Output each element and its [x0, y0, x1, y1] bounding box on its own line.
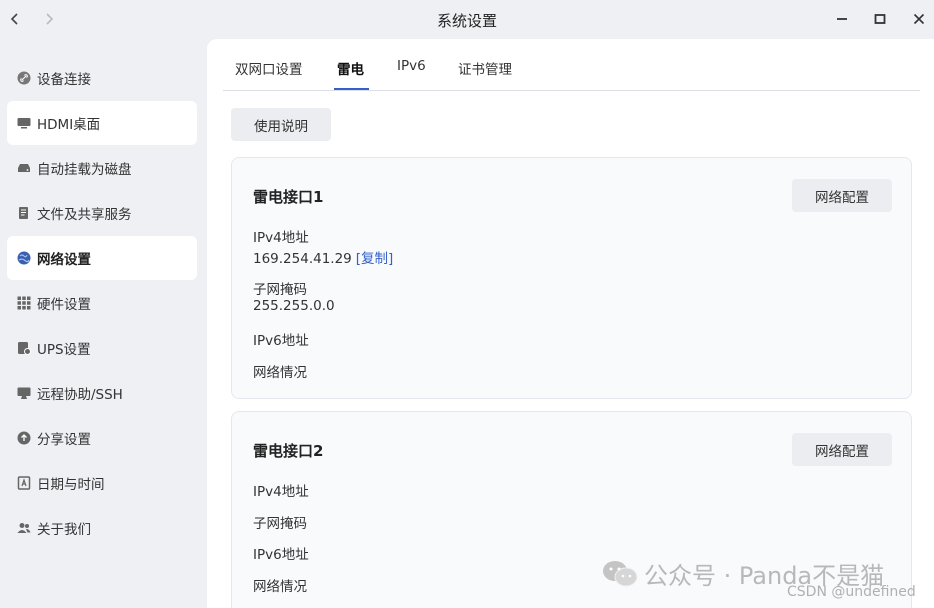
watermark-credit: CSDN @undefined — [787, 584, 916, 600]
active-tab-indicator — [334, 88, 369, 90]
window-title: 系统设置 — [436, 12, 497, 30]
sidebar-item-hdmi[interactable]: HDMI桌面 — [7, 101, 197, 145]
subnet-mask-label: 子网掩码 — [253, 282, 307, 298]
network-status-label: 网络情况 — [253, 365, 307, 381]
sidebar-item-hardware[interactable]: 硬件设置 — [7, 281, 197, 325]
sidebar-item-about[interactable]: 关于我们 — [7, 506, 197, 550]
help-button[interactable]: 使用说明 — [231, 108, 331, 141]
sidebar-item-label: 文件及共享服务 — [37, 207, 132, 223]
subnet-mask-label: 子网掩码 — [253, 516, 307, 532]
sidebar-item-network[interactable]: 网络设置 — [7, 236, 197, 280]
ipv4-value-row: 169.254.41.29 [复制] — [253, 247, 393, 267]
tab-bar: 双网口设置 雷电 IPv6 证书管理 — [223, 39, 920, 91]
card-title: 雷电接口1 — [253, 188, 324, 206]
sidebar-item-label: 设备连接 — [37, 72, 91, 88]
calendar-icon — [17, 476, 31, 490]
title-bar: 系统设置 — [0, 0, 934, 38]
ipv6-label: IPv6地址 — [253, 547, 309, 563]
sidebar-item-label: 硬件设置 — [37, 297, 91, 313]
sidebar-item-label: 自动挂载为磁盘 — [37, 162, 132, 178]
sidebar-item-label: 分享设置 — [37, 432, 91, 448]
ipv4-value: 169.254.41.29 — [253, 251, 352, 267]
minimize-button[interactable] — [832, 9, 852, 29]
tab-thunderbolt[interactable]: 雷电 — [337, 58, 364, 78]
close-icon — [913, 13, 925, 25]
thunderbolt-card-1: 雷电接口1 网络配置 IPv4地址 169.254.41.29 [复制] 子网掩码… — [231, 157, 912, 399]
sidebar-item-ups[interactable]: UPS设置 — [7, 326, 197, 370]
disk-icon — [17, 161, 31, 175]
main-content: 双网口设置 雷电 IPv6 证书管理 使用说明 雷电接口1 网络配置 IPv4地… — [207, 39, 934, 608]
sidebar-item-label: 日期与时间 — [37, 477, 105, 493]
maximize-button[interactable] — [870, 9, 890, 29]
sidebar-item-share-settings[interactable]: 分享设置 — [7, 416, 197, 460]
network-status-label: 网络情况 — [253, 579, 307, 595]
tab-ipv6[interactable]: IPv6 — [397, 58, 426, 74]
remote-icon — [17, 386, 31, 400]
ups-icon — [17, 341, 31, 355]
grid-icon — [17, 296, 31, 310]
sidebar-item-label: HDMI桌面 — [37, 117, 101, 133]
users-icon — [17, 521, 31, 535]
share-icon — [17, 431, 31, 445]
sidebar-item-label: 关于我们 — [37, 522, 91, 538]
file-share-icon — [17, 206, 31, 220]
ipv4-label: IPv4地址 — [253, 484, 309, 500]
sidebar-item-remote-ssh[interactable]: 远程协助/SSH — [7, 371, 197, 415]
network-config-button[interactable]: 网络配置 — [792, 433, 892, 466]
sidebar-item-datetime[interactable]: 日期与时间 — [7, 461, 197, 505]
close-button[interactable] — [909, 9, 929, 29]
maximize-icon — [874, 14, 886, 24]
globe-icon — [17, 251, 31, 265]
wechat-icon — [603, 560, 638, 586]
network-config-button[interactable]: 网络配置 — [792, 179, 892, 212]
tab-certificates[interactable]: 证书管理 — [458, 58, 512, 78]
sidebar-item-label: 网络设置 — [37, 252, 91, 268]
sidebar-item-label: 远程协助/SSH — [37, 387, 123, 403]
sidebar-item-device-connect[interactable]: 设备连接 — [7, 56, 197, 100]
monitor-icon — [17, 116, 31, 130]
subnet-mask-value: 255.255.0.0 — [253, 298, 335, 314]
sidebar-item-file-share[interactable]: 文件及共享服务 — [7, 191, 197, 235]
link-icon — [17, 71, 31, 85]
ipv6-label: IPv6地址 — [253, 333, 309, 349]
minimize-icon — [837, 18, 847, 20]
card-title: 雷电接口2 — [253, 442, 324, 460]
ipv4-label: IPv4地址 — [253, 230, 309, 246]
sidebar-item-automount[interactable]: 自动挂载为磁盘 — [7, 146, 197, 190]
tab-dual-port[interactable]: 双网口设置 — [235, 58, 303, 78]
copy-link[interactable]: [复制] — [356, 251, 394, 267]
sidebar-item-label: UPS设置 — [37, 342, 91, 358]
